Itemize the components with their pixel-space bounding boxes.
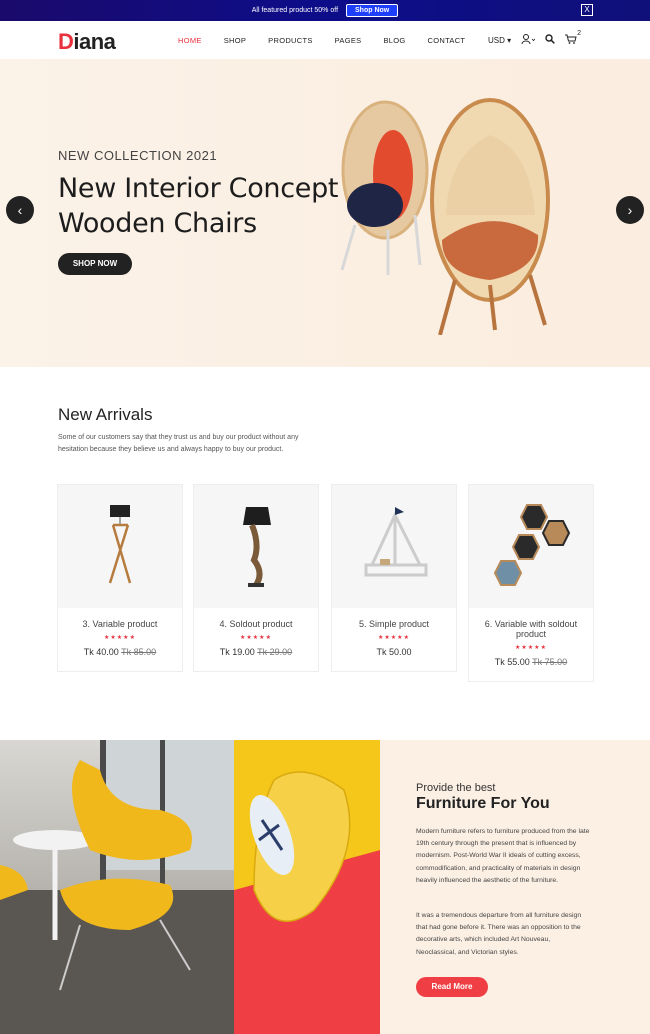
product-card[interactable]: 5. Simple product ★★★★★ Tk 50.00 [331,484,457,672]
old-price: Tk 29.00 [257,647,293,657]
current-price: Tk 40.00 [83,647,119,657]
feature-paragraph-1: Modern furniture refers to furniture pro… [416,828,590,884]
cart-icon[interactable]: 2 [565,30,581,46]
cart-count: 2 [577,30,582,37]
product-name[interactable]: 4. Soldout product [194,619,318,629]
product-card[interactable]: 4. Soldout product ★★★★★ Tk 19.00 Tk 29.… [193,484,319,672]
feature-title: Furniture For You [416,795,550,812]
old-price: Tk 85.00 [121,647,157,657]
chevron-down-icon: ▾ [507,35,512,45]
shop-now-button[interactable]: SHOP NOW [58,253,132,275]
current-price: Tk 55.00 [494,657,530,667]
hero-subtitle: NEW COLLECTION 2021 [58,148,218,163]
product-card[interactable]: 6. Variable with soldout product ★★★★★ T… [468,484,594,682]
nav-pages[interactable]: PAGES [335,36,362,45]
product-price: Tk 19.00 Tk 29.00 [194,647,318,671]
search-icon[interactable] [545,34,555,46]
product-price: Tk 50.00 [332,647,456,671]
product-image[interactable] [332,485,456,608]
nav-shop[interactable]: SHOP [224,36,246,45]
hero-title-line2: Wooden Chairs [58,208,257,239]
site-header: Diana HOME SHOP PRODUCTS PAGES BLOG CONT… [0,21,650,59]
promo-shop-now-button[interactable]: Shop Now [346,4,399,17]
product-image[interactable] [194,485,318,608]
nav-home[interactable]: HOME [178,36,202,45]
header-icons: USD ▾ 2 [488,30,581,46]
currency-select[interactable]: USD ▾ [488,36,511,45]
star-rating: ★★★★★ [240,635,272,641]
close-icon[interactable]: X [581,4,593,16]
hero-slider: NEW COLLECTION 2021 New Interior Concept… [0,59,650,367]
product-price: Tk 55.00 Tk 75.00 [469,657,593,681]
hero-title-line1: New Interior Concept [58,173,339,204]
main-nav: HOME SHOP PRODUCTS PAGES BLOG CONTACT [178,36,487,45]
next-arrow-icon[interactable]: › [616,196,644,224]
nav-blog[interactable]: BLOG [383,36,405,45]
currency-label: USD [488,35,505,45]
feature-text-panel: Provide the best Furniture For You Moder… [380,740,650,1034]
lounge-chair-photo [0,740,234,1034]
promo-bar: All featured product 50% off Shop Now X [0,0,650,21]
current-price: Tk 19.00 [219,647,255,657]
star-rating: ★★★★★ [378,635,410,641]
product-card[interactable]: 3. Variable product ★★★★★ Tk 40.00 Tk 85… [57,484,183,672]
current-price: Tk 50.00 [376,647,412,657]
feature-paragraph-2: It was a tremendous departure from all f… [416,912,582,956]
star-rating: ★★★★★ [104,635,136,641]
product-price: Tk 40.00 Tk 85.00 [58,647,182,671]
product-name[interactable]: 6. Variable with soldout product [469,619,593,639]
promo-text: All featured product 50% off [251,7,339,14]
read-more-button[interactable]: Read More [416,977,488,997]
old-price: Tk 75.00 [532,657,568,667]
nav-products[interactable]: PRODUCTS [268,36,313,45]
product-image[interactable] [469,485,593,608]
logo-letter: D [58,29,74,54]
hero-title: New Interior Concept Wooden Chairs [58,171,339,241]
section-title: New Arrivals [58,405,153,424]
user-icon[interactable] [521,34,536,46]
logo[interactable]: Diana [58,29,116,55]
feature-pretitle: Provide the best [416,782,496,794]
prev-arrow-icon[interactable]: ‹ [6,196,34,224]
yellow-sofa-photo [234,740,380,1034]
logo-text: iana [73,29,116,54]
section-description: Some of our customers say that they trus… [58,434,299,453]
nav-contact[interactable]: CONTACT [428,36,466,45]
product-name[interactable]: 3. Variable product [58,619,182,629]
product-name[interactable]: 5. Simple product [332,619,456,629]
hero-chairs-image [340,98,550,335]
star-rating: ★★★★★ [515,645,547,651]
product-image[interactable] [58,485,182,608]
furniture-feature-section: Provide the best Furniture For You Moder… [0,740,650,1034]
